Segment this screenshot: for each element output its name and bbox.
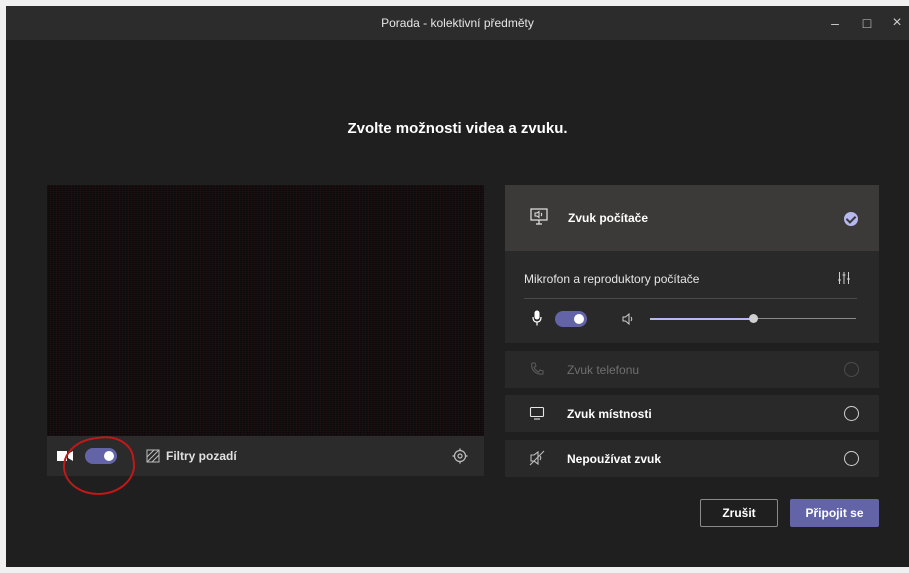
gear-icon[interactable] (452, 448, 468, 464)
background-filters-label[interactable]: Filtry pozadí (166, 449, 237, 463)
no-audio-label: Nepoužívat zvuk (567, 452, 662, 466)
equalizer-icon[interactable] (837, 271, 851, 285)
room-audio-label: Zvuk místnosti (567, 407, 652, 421)
divider (524, 298, 857, 299)
page-heading: Zvolte možnosti videa a zvuku. (347, 120, 568, 137)
microphone-toggle[interactable] (555, 311, 587, 327)
maximize-button[interactable]: □ (852, 6, 882, 40)
minimize-button[interactable]: – (820, 6, 850, 40)
room-audio-radio[interactable] (844, 406, 859, 421)
monitor-speaker-icon (530, 208, 548, 225)
phone-audio-label: Zvuk telefonu (567, 363, 640, 377)
computer-audio-panel: Zvuk počítače Mikrofon a reproduktory po… (505, 185, 879, 343)
close-button[interactable]: × (882, 6, 909, 40)
room-audio-option[interactable]: Zvuk místnosti (505, 395, 879, 432)
volume-slider-handle[interactable] (749, 314, 758, 323)
video-controls-bar: Filtry pozadí (47, 436, 484, 476)
camera-toggle[interactable] (85, 448, 117, 464)
window-title: Porada - kolektivní předměty (381, 16, 534, 30)
speaker-icon (622, 313, 633, 325)
background-filters-icon[interactable] (146, 449, 160, 463)
selected-check-icon (844, 212, 858, 226)
meeting-prejoin-window: Porada - kolektivní předměty – □ × Zvolt… (6, 6, 909, 567)
phone-audio-radio[interactable] (844, 362, 859, 377)
audio-devices-label: Mikrofon a reproduktory počítače (524, 272, 700, 286)
no-audio-icon (529, 450, 545, 466)
phone-icon (531, 362, 544, 375)
microphone-icon (532, 310, 542, 326)
no-audio-option[interactable]: Nepoužívat zvuk (505, 440, 879, 477)
video-preview (47, 185, 484, 436)
title-bar: Porada - kolektivní předměty – □ × (6, 6, 909, 40)
room-display-icon (529, 406, 545, 420)
volume-slider-fill (650, 318, 753, 320)
computer-audio-option[interactable]: Zvuk počítače (505, 185, 879, 251)
cancel-button[interactable]: Zrušit (700, 499, 778, 527)
computer-audio-label: Zvuk počítače (568, 211, 649, 225)
no-audio-radio[interactable] (844, 451, 859, 466)
join-button[interactable]: Připojit se (790, 499, 879, 527)
phone-audio-option[interactable]: Zvuk telefonu (505, 351, 879, 388)
video-camera-icon (57, 451, 73, 461)
